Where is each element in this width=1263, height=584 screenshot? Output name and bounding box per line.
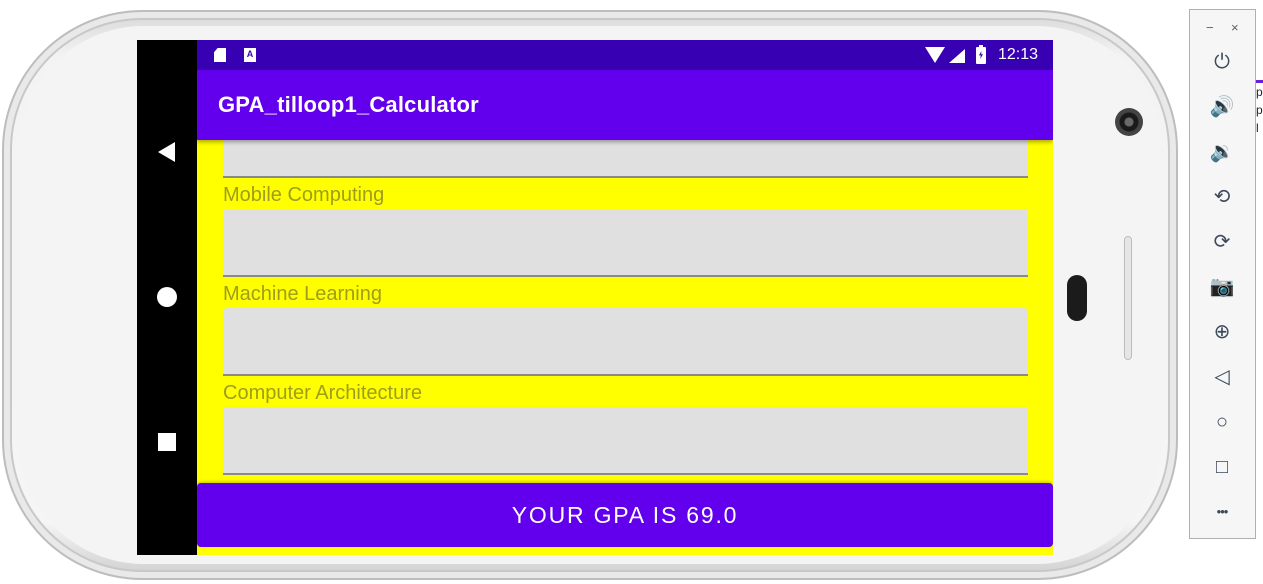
front-camera <box>1115 108 1143 136</box>
app-bar: GPA_tilloop1_Calculator <box>197 70 1053 140</box>
a-notification-icon: A <box>244 48 256 62</box>
grade-input-previous-field[interactable] <box>223 140 1028 176</box>
volume-up-icon[interactable]: 🔊 <box>1207 92 1237 122</box>
minimize-icon[interactable]: − <box>1206 20 1214 35</box>
home-icon[interactable]: ○ <box>1207 407 1237 437</box>
back-icon[interactable]: ◁ <box>1207 362 1237 392</box>
status-bar: A 12:13 <box>197 40 1053 70</box>
computer-architecture-field[interactable] <box>223 407 1028 473</box>
battery-charging-icon <box>976 45 986 64</box>
subject-label-computer-architecture: Computer Architecture <box>223 382 422 404</box>
more-icon[interactable]: ••• <box>1207 497 1237 527</box>
camera-icon[interactable]: 📷 <box>1207 272 1237 302</box>
host-window-text: p p l <box>1256 85 1263 135</box>
rotate-left-icon[interactable]: ⟲ <box>1207 182 1237 212</box>
grade-input-machine-learning[interactable] <box>223 308 1028 376</box>
recent-apps-icon[interactable] <box>155 430 179 454</box>
app-window: A 12:13 GPA_tilloop1_Calculator Mobile C… <box>197 40 1053 555</box>
close-icon[interactable]: × <box>1231 20 1239 35</box>
signal-icon <box>949 49 965 63</box>
overview-icon[interactable]: □ <box>1207 452 1237 482</box>
device-screen: A 12:13 GPA_tilloop1_Calculator Mobile C… <box>137 40 1053 555</box>
machine-learning-field[interactable] <box>223 308 1028 374</box>
status-time: 12:13 <box>998 46 1039 63</box>
subject-label-machine-learning: Machine Learning <box>223 283 382 305</box>
sd-card-icon <box>214 48 226 62</box>
back-icon[interactable] <box>155 140 179 164</box>
navigation-bar <box>137 40 197 555</box>
host-window-edge: p p l <box>1256 80 1263 195</box>
grade-input-mobile-computing[interactable] <box>223 209 1028 277</box>
rotate-right-icon[interactable]: ⟳ <box>1207 227 1237 257</box>
grade-input-computer-architecture[interactable] <box>223 407 1028 475</box>
app-title: GPA_tilloop1_Calculator <box>218 92 479 117</box>
desktop: A 12:13 GPA_tilloop1_Calculator Mobile C… <box>0 0 1263 584</box>
zoom-icon[interactable]: ⊕ <box>1207 317 1237 347</box>
grade-input-previous[interactable] <box>223 140 1028 178</box>
fingerprint-sensor <box>1067 275 1087 321</box>
gpa-result-button[interactable]: YOUR GPA IS 69.0 <box>197 483 1053 547</box>
mobile-computing-field[interactable] <box>223 209 1028 275</box>
wifi-icon <box>925 47 945 63</box>
power-icon[interactable]: ⏻ <box>1207 47 1237 77</box>
subject-label-mobile-computing: Mobile Computing <box>223 184 385 206</box>
phone-side-slot <box>1124 236 1132 360</box>
emulator-toolbar: − × ⏻ 🔊 🔉 ⟲ ⟳ 📷 ⊕ ◁ ○ □ ••• <box>1189 9 1256 539</box>
volume-down-icon[interactable]: 🔉 <box>1207 137 1237 167</box>
home-icon[interactable] <box>155 285 179 309</box>
